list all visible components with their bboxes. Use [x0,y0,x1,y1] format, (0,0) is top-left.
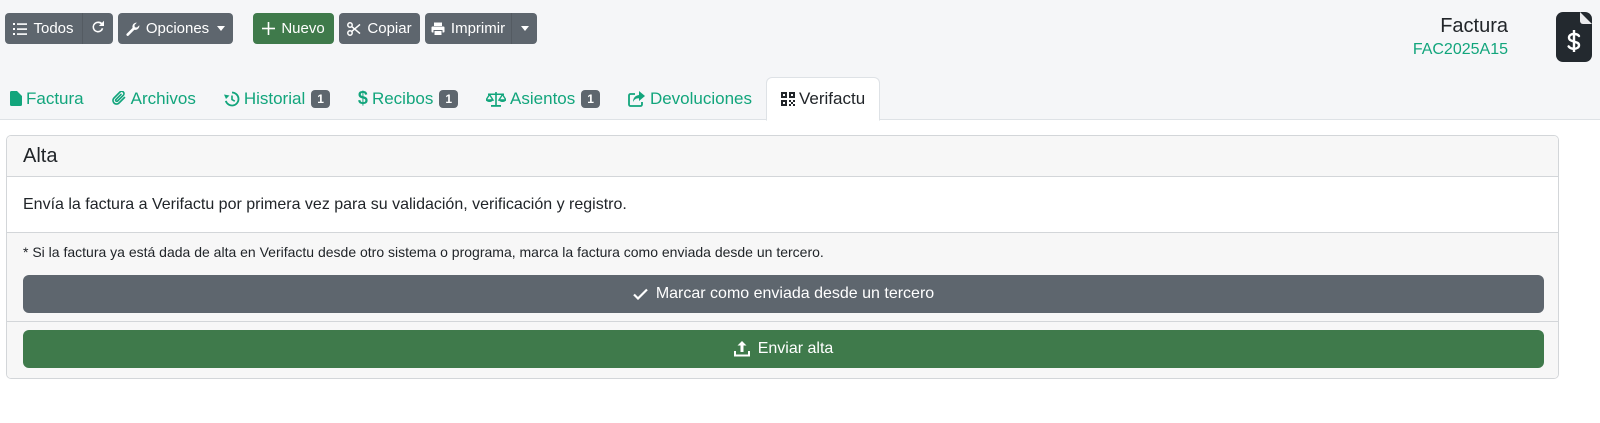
send-alta-label: Enviar alta [757,340,834,357]
file-icon [10,91,22,106]
card-description-text: Envía la factura a Verifactu por primera… [23,195,627,213]
all-button-label: Todos [33,20,74,37]
dollar-icon: $ [357,88,368,108]
tab-label: Devoluciones [649,88,752,108]
tab-bar: Factura Archivos Historial 1 $ Recibos 1… [0,77,881,121]
list-icon [13,22,28,35]
document-title-block: Factura FAC2025A15 [1413,15,1508,59]
wrench-icon [126,22,140,36]
new-button[interactable]: Nuevo [253,13,334,44]
tab-label: Verifactu [799,89,866,108]
upload-icon [733,341,750,357]
mark-as-sent-button[interactable]: Marcar como enviada desde un tercero [23,275,1544,313]
qrcode-icon [781,92,795,106]
divider [7,321,1558,322]
paperclip-icon [111,91,125,105]
share-square-icon [628,90,645,107]
card-footer: * Si la factura ya está dada de alta en … [7,233,1558,378]
count-badge: 1 [311,89,330,108]
all-button[interactable]: Todos [5,13,82,44]
card-description: Envía la factura a Verifactu por primera… [7,177,1558,233]
tab-verifactu[interactable]: Verifactu [766,77,881,121]
chevron-down-icon [520,26,529,31]
scale-balanced-icon [486,91,507,107]
copy-button[interactable]: Copiar [339,13,420,44]
invoice-document-icon [1556,12,1592,62]
history-icon [223,91,240,106]
tab-asientos[interactable]: Asientos 1 [472,77,614,120]
alta-card: Alta Envía la factura a Verifactu por pr… [6,135,1559,379]
plus-icon [262,22,276,35]
tab-label: Recibos [371,88,434,108]
mark-as-sent-label: Marcar como enviada desde un tercero [655,285,935,302]
scissors-icon [347,21,361,36]
tab-label: Archivos [130,88,196,108]
new-button-label: Nuevo [281,20,325,37]
chevron-down-icon [217,26,226,31]
print-dropdown-toggle[interactable] [511,13,537,44]
print-button[interactable]: Imprimir [425,13,511,44]
refresh-button[interactable] [82,13,113,44]
third-party-note: * Si la factura ya está dada de alta en … [23,244,824,260]
card-title: Alta [7,136,1558,177]
check-icon [633,288,648,300]
print-button-label: Imprimir [450,20,506,37]
count-badge: 1 [581,89,600,108]
tab-label: Historial [243,88,306,108]
tab-devoluciones[interactable]: Devoluciones [614,77,766,120]
send-alta-button[interactable]: Enviar alta [23,330,1544,368]
tab-recibos[interactable]: $ Recibos 1 [344,77,472,120]
options-button-label: Opciones [145,20,210,37]
toolbar: Todos Opciones Nuevo Copiar Imprimir [5,13,542,44]
top-bar: Todos Opciones Nuevo Copiar Imprimir Fac… [0,0,1600,121]
tab-historial[interactable]: Historial 1 [210,77,344,120]
all-button-group: Todos [5,13,113,44]
printer-icon [431,22,445,36]
options-button[interactable]: Opciones [118,13,233,44]
refresh-icon [91,20,105,38]
copy-button-label: Copiar [367,20,412,37]
tab-factura[interactable]: Factura [0,77,98,120]
count-badge: 1 [439,89,459,108]
tab-label: Factura [26,88,84,108]
invoice-code: FAC2025A15 [1412,41,1508,58]
tab-label: Asientos [510,88,576,108]
page-title: Factura [1440,15,1508,37]
tab-archivos[interactable]: Archivos [98,77,210,120]
